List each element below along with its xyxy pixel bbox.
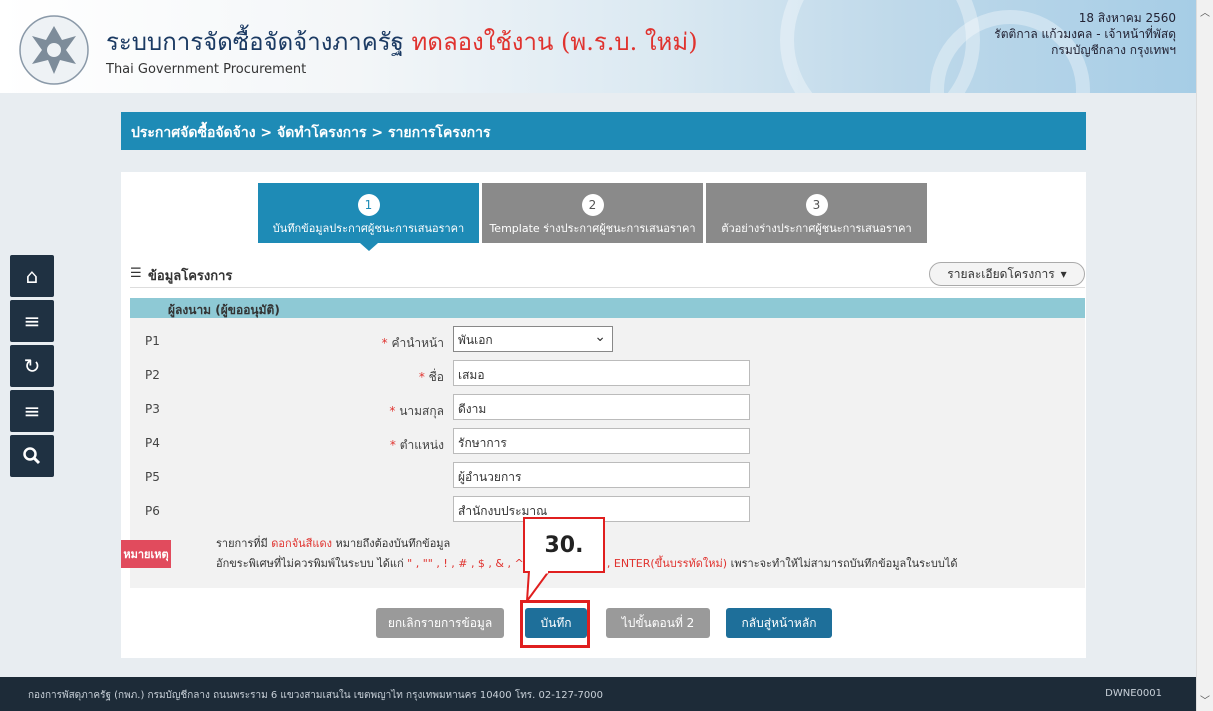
list-button[interactable]: ≡: [10, 390, 54, 432]
form-row-p5: P5 ผู้อำนวยการ: [130, 462, 1085, 492]
save-button-highlight: [520, 600, 590, 648]
menu-button[interactable]: ≡: [10, 300, 54, 342]
active-step-pointer: [360, 243, 378, 251]
user-department: กรมบัญชีกลาง กรุงเทพฯ: [1051, 43, 1176, 57]
form-row-p4: P4 * ตำแหน่ง รักษาการ: [130, 428, 1085, 458]
user-name: รัตติกาล แก้วมงคล - เจ้าหน้าที่พัสดุ: [994, 27, 1176, 41]
footer-code: DWNE0001: [1105, 688, 1162, 699]
row-code: P4: [145, 436, 160, 450]
position-input[interactable]: รักษาการ: [453, 428, 750, 454]
field-label: * คำนำหน้า: [381, 336, 444, 350]
user-info: 18 สิงหาคม 2560 รัตติกาล แก้วมงคล - เจ้า…: [994, 10, 1176, 58]
step-number: 1: [357, 194, 380, 216]
refresh-icon: ↻: [23, 354, 41, 378]
side-toolbar: ⌂ ≡ ↻ ≡: [10, 255, 54, 480]
field-label: * นามสกุล: [389, 404, 444, 418]
action-buttons: ยกเลิกรายการข้อมูล บันทึก ไปขั้นตอนที่ 2…: [121, 608, 1086, 640]
title-prefix-select[interactable]: พันเอก ⌄: [453, 326, 613, 352]
main-card: 1 บันทึกข้อมูลประกาศผู้ชนะการเสนอราคา 2 …: [121, 172, 1086, 658]
callout-pointer: [525, 571, 551, 603]
last-name-input[interactable]: ดีงาม: [453, 394, 750, 420]
row-code: P1: [145, 334, 160, 348]
position-line2-input[interactable]: ผู้อำนวยการ: [453, 462, 750, 488]
chevron-down-icon: ⌄: [594, 329, 606, 345]
project-detail-label: รายละเอียดโครงการ: [947, 266, 1055, 281]
remark-line-1: รายการที่มี ดอกจันสีแดง หมายถึงต้องบันทึ…: [216, 537, 451, 550]
form-row-p3: P3 * นามสกุล ดีงาม: [130, 394, 1085, 424]
step-3-tab[interactable]: 3 ตัวอย่างร่างประกาศผู้ชนะการเสนอราคา: [706, 183, 927, 243]
refresh-button[interactable]: ↻: [10, 345, 54, 387]
row-code: P5: [145, 470, 160, 484]
next-step-button[interactable]: ไปขั้นตอนที่ 2: [606, 608, 710, 638]
step-1-tab[interactable]: 1 บันทึกข้อมูลประกาศผู้ชนะการเสนอราคา: [258, 183, 479, 251]
row-code: P2: [145, 368, 160, 382]
title-prefix-value: พันเอก: [458, 333, 493, 347]
signer-panel-title: ผู้ลงนาม (ผู้ขออนุมัติ): [130, 298, 1085, 318]
step-number: 3: [805, 194, 828, 216]
project-detail-button[interactable]: รายละเอียดโครงการ ▾: [929, 262, 1085, 286]
first-name-input[interactable]: เสมอ: [453, 360, 750, 386]
breadcrumb: ประกาศจัดซื้อจัดจ้าง > จัดทำโครงการ > รา…: [121, 112, 1086, 150]
search-button[interactable]: [10, 435, 54, 477]
system-subtitle: Thai Government Procurement: [106, 62, 307, 77]
form-row-p2: P2 * ชื่อ เสมอ: [130, 360, 1085, 390]
remark-badge: หมายเหตุ: [121, 540, 171, 568]
cancel-button[interactable]: ยกเลิกรายการข้อมูล: [376, 608, 504, 638]
site-header: ระบบการจัดซื้อจัดจ้างภาครัฐ ทดลองใช้งาน …: [0, 0, 1196, 93]
step-number: 2: [581, 194, 604, 216]
field-label: * ตำแหน่ง: [389, 438, 444, 452]
step-label: ตัวอย่างร่างประกาศผู้ชนะการเสนอราคา: [721, 222, 912, 235]
scroll-down-icon[interactable]: ﹀: [1200, 692, 1210, 707]
search-icon: [23, 447, 41, 465]
trial-label: ทดลองใช้งาน (พ.ร.บ. ใหม่): [411, 28, 698, 56]
system-title-text: ระบบการจัดซื้อจัดจ้างภาครัฐ: [106, 28, 404, 56]
menu-icon: ≡: [23, 399, 41, 423]
home-button[interactable]: ⌂: [10, 255, 54, 297]
site-footer: กองการพัสดุภาครัฐ (กพภ.) กรมบัญชีกลาง ถน…: [0, 677, 1196, 711]
home-icon: ⌂: [25, 264, 39, 288]
field-label: * ชื่อ: [418, 370, 444, 384]
step-wizard: 1 บันทึกข้อมูลประกาศผู้ชนะการเสนอราคา 2 …: [258, 183, 927, 251]
garuda-logo: [19, 15, 89, 85]
row-code: P6: [145, 504, 160, 518]
project-section-header: ☰ ข้อมูลโครงการ รายละเอียดโครงการ ▾: [130, 260, 1085, 288]
vertical-scrollbar[interactable]: ︿ ﹀: [1196, 0, 1213, 711]
step-annotation-callout: 30.: [523, 517, 605, 573]
sliders-icon: ☰: [130, 266, 142, 281]
footer-address: กองการพัสดุภาครัฐ (กพภ.) กรมบัญชีกลาง ถน…: [28, 690, 603, 701]
caret-down-icon: ▾: [1060, 267, 1067, 281]
section-title: ข้อมูลโครงการ: [148, 269, 233, 284]
form-row-p6: P6 สำนักงบประมาณ: [130, 496, 1085, 526]
form-row-p1: P1 * คำนำหน้า พันเอก ⌄: [130, 326, 1085, 356]
step-label: บันทึกข้อมูลประกาศผู้ชนะการเสนอราคา: [272, 222, 465, 235]
row-code: P3: [145, 402, 160, 416]
scroll-up-icon[interactable]: ︿: [1200, 4, 1210, 19]
step-label: Template ร่างประกาศผู้ชนะการเสนอราคา: [489, 222, 696, 235]
menu-icon: ≡: [23, 309, 41, 333]
system-title: ระบบการจัดซื้อจัดจ้างภาครัฐ ทดลองใช้งาน …: [106, 22, 698, 61]
current-date: 18 สิงหาคม 2560: [1078, 11, 1176, 25]
step-2-tab[interactable]: 2 Template ร่างประกาศผู้ชนะการเสนอราคา: [482, 183, 703, 243]
back-home-button[interactable]: กลับสู่หน้าหลัก: [726, 608, 832, 638]
